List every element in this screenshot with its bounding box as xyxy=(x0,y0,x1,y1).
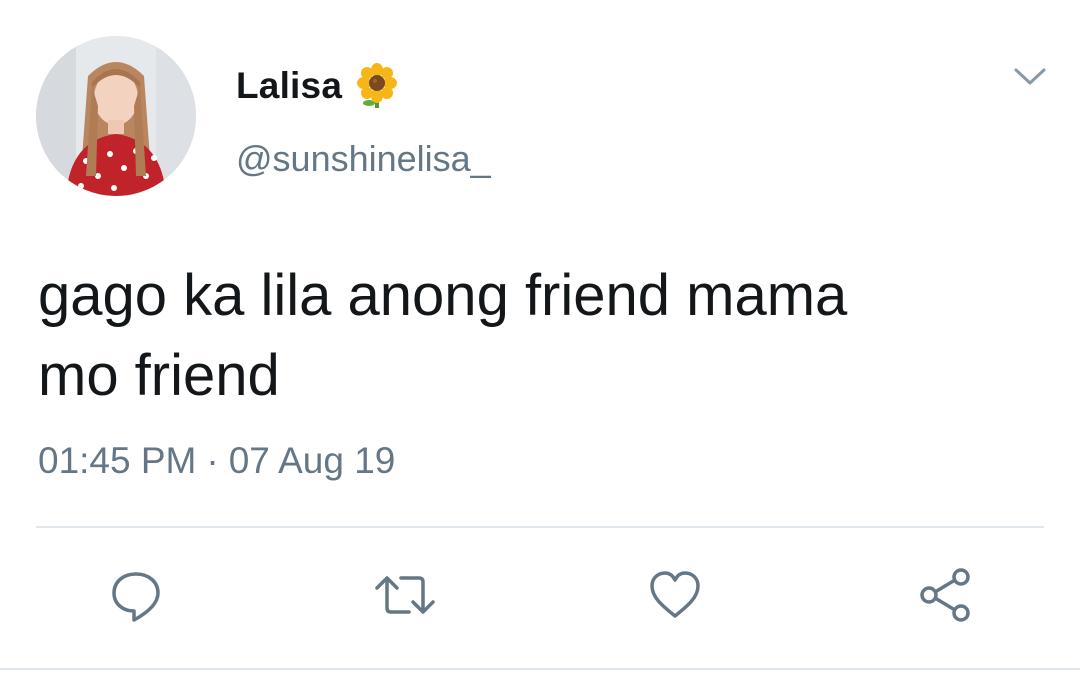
like-button[interactable] xyxy=(640,560,710,630)
timestamp-separator: · xyxy=(206,440,219,481)
reply-button[interactable] xyxy=(101,560,171,630)
share-icon xyxy=(920,568,970,622)
bottom-divider xyxy=(0,668,1080,670)
tweet-text: gago ka lila anong friend mama mo friend xyxy=(38,256,1038,416)
divider xyxy=(36,526,1044,528)
retweet-icon xyxy=(375,576,435,614)
timestamp[interactable]: 01:45 PM · 07 Aug 19 xyxy=(38,440,395,482)
tweet-date: 07 Aug 19 xyxy=(228,440,396,481)
reply-icon xyxy=(112,572,160,622)
retweet-button[interactable] xyxy=(370,560,440,630)
display-name[interactable]: Lalisa xyxy=(236,65,342,107)
author-row: Lalisa xyxy=(236,62,400,110)
sunflower-icon xyxy=(354,63,400,109)
user-handle[interactable]: @sunshinelisa_ xyxy=(236,138,491,180)
chevron-down-icon[interactable] xyxy=(1012,62,1048,90)
avatar[interactable] xyxy=(36,36,196,196)
tweet-text-line: gago ka lila anong friend mama xyxy=(38,263,848,328)
avatar-image xyxy=(36,36,196,196)
tweet-text-line: mo friend xyxy=(38,343,280,408)
tweet-card: Lalisa @sunshinelisa_ gago ka lila anong… xyxy=(0,0,1080,688)
action-bar xyxy=(0,560,1080,640)
heart-icon xyxy=(650,571,700,618)
tweet-time: 01:45 PM xyxy=(38,440,197,481)
share-button[interactable] xyxy=(910,560,980,630)
